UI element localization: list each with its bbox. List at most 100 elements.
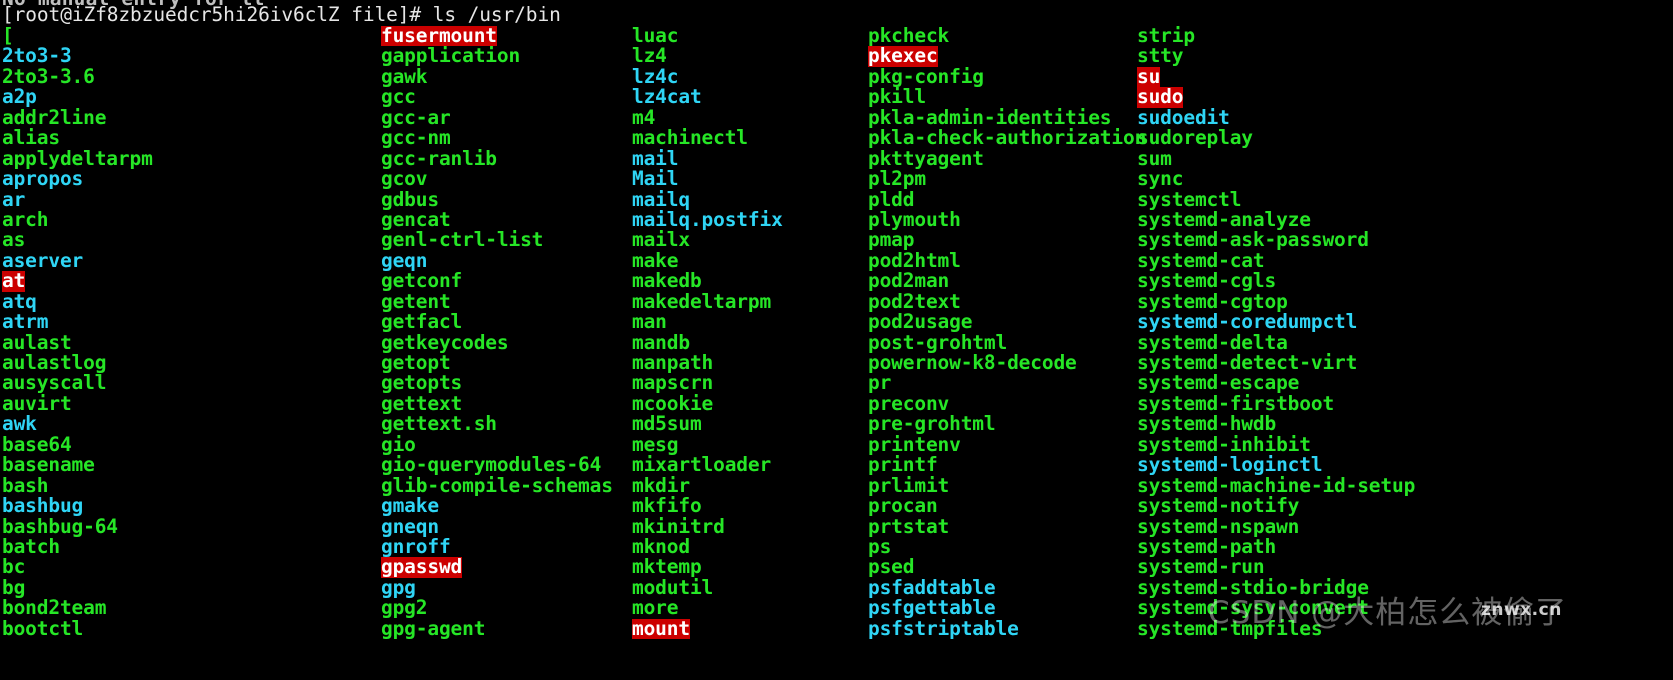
ls-entry: pkttyagent xyxy=(868,146,984,170)
ls-entry: mailq.postfix xyxy=(632,207,783,231)
ls-entry: gpg-agent xyxy=(381,616,486,640)
ls-column-3: pkcheck pkexec pkg-config pkill pkla-admin-i… xyxy=(862,24,1146,640)
ls-entry: psfaddtable xyxy=(868,575,996,599)
ls-entry: systemd-run xyxy=(1137,555,1265,579)
ls-entry: psed xyxy=(868,555,915,579)
ls-entry: base64 xyxy=(2,432,72,456)
ls-entry: ps xyxy=(868,534,892,558)
ls-entry: bootctl xyxy=(2,616,84,640)
ls-entry: aserver xyxy=(2,248,84,272)
ls-entry: bashbug-64 xyxy=(2,514,118,538)
ls-entry: [ xyxy=(2,24,14,47)
ls-entry: bashbug xyxy=(2,494,84,518)
ls-entry: ausyscall xyxy=(2,371,107,395)
ls-entry: gpg2 xyxy=(381,596,428,620)
ls-entry: mktemp xyxy=(632,555,702,579)
ls-entry: lz4 xyxy=(632,44,667,68)
ls-entry: getopt xyxy=(381,351,451,374)
ls-entry: printf xyxy=(868,453,938,477)
ls-entry: bond2team xyxy=(2,596,107,620)
ls-entry: systemd-coredumpctl xyxy=(1137,310,1358,334)
ls-entry: gio-querymodules-64 xyxy=(381,453,602,477)
ls-entry: at xyxy=(2,269,26,293)
ls-entry: post-grohtml xyxy=(868,330,1008,354)
ls-column-0: [2to3-3 2to3-3.6 a2p addr2line alias applydel… xyxy=(0,24,374,640)
ls-entry: printenv xyxy=(868,432,961,456)
ls-entry: lz4c xyxy=(632,64,679,88)
ls-entry: gencat xyxy=(381,207,451,231)
ls-entry: prtstat xyxy=(868,514,950,538)
ls-entry: gapplication xyxy=(381,44,521,68)
ls-entry: pkexec xyxy=(868,44,938,68)
ls-entry: sudoedit xyxy=(1137,105,1230,129)
ls-entry: machinectl xyxy=(632,126,748,150)
ls-entry: glib-compile-schemas xyxy=(381,473,613,497)
ls-entry: awk xyxy=(2,412,37,436)
ls-entry: Mail xyxy=(632,167,679,191)
ls-entry: mkdir xyxy=(632,473,690,497)
ls-output-grid: [2to3-3 2to3-3.6 a2p addr2line alias applydel… xyxy=(0,24,1673,680)
ls-entry: systemd-cat xyxy=(1137,248,1265,272)
ls-entry: pod2text xyxy=(868,289,961,313)
ls-entry: powernow-k8-decode xyxy=(868,351,1077,374)
ls-entry: getconf xyxy=(381,269,463,293)
ls-entry: addr2line xyxy=(2,105,107,129)
ls-entry: gpasswd xyxy=(381,555,463,579)
ls-entry: pl2pm xyxy=(868,167,926,191)
ls-entry: systemd-path xyxy=(1137,534,1277,558)
ls-entry: gcov xyxy=(381,167,428,191)
ls-entry: psfgettable xyxy=(868,596,996,620)
ls-entry: pldd xyxy=(868,187,915,211)
shell-prompt-line: [root@iZf8zbzuedcr5hi26iv6clZ file]# ls … xyxy=(2,3,561,26)
ls-entry: man xyxy=(632,310,667,334)
ls-entry: bash xyxy=(2,473,49,497)
ls-entry: pod2man xyxy=(868,269,950,293)
ls-entry: mkinitrd xyxy=(632,514,725,538)
ls-entry: pod2html xyxy=(868,248,961,272)
ls-entry: mesg xyxy=(632,432,679,456)
ls-entry: psfstriptable xyxy=(868,616,1019,640)
ls-entry: sudoreplay xyxy=(1137,126,1253,150)
ls-entry: mailx xyxy=(632,228,690,252)
ls-entry: gawk xyxy=(381,64,428,88)
ls-entry: mapscrn xyxy=(632,371,714,395)
ls-entry: atrm xyxy=(2,310,49,334)
ls-entry: mcookie xyxy=(632,391,714,415)
ls-entry: aulastlog xyxy=(2,351,107,374)
ls-entry: gdbus xyxy=(381,187,439,211)
ls-entry: applydeltarpm xyxy=(2,146,153,170)
ls-entry: su xyxy=(1137,64,1161,88)
ls-entry: pmap xyxy=(868,228,915,252)
ls-entry: gcc xyxy=(381,85,416,109)
ls-entry: systemd-analyze xyxy=(1137,207,1311,231)
ls-entry: basename xyxy=(2,453,95,477)
ls-entry: preconv xyxy=(868,391,950,415)
ls-entry: geqn xyxy=(381,248,428,272)
ls-entry: systemd-inhibit xyxy=(1137,432,1311,456)
ls-entry: pkill xyxy=(868,85,926,109)
ls-entry: makedb xyxy=(632,269,702,293)
ls-entry: systemd-firstboot xyxy=(1137,391,1335,415)
terminal-window[interactable]: No manual entry for tt [root@iZf8zbzuedc… xyxy=(0,0,1673,680)
ls-entry: systemd-cgls xyxy=(1137,269,1277,293)
ls-entry: pkcheck xyxy=(868,24,950,47)
ls-entry: gettext xyxy=(381,391,463,415)
ls-entry: stty xyxy=(1137,44,1184,68)
ls-entry: more xyxy=(632,596,679,620)
ls-entry: pkg-config xyxy=(868,64,984,88)
ls-entry: systemd-stdio-bridge xyxy=(1137,575,1369,599)
ls-entry: gio xyxy=(381,432,416,456)
ls-entry: 2to3-3.6 xyxy=(2,64,95,88)
ls-entry: systemd-escape xyxy=(1137,371,1300,395)
ls-entry: systemd-machine-id-setup xyxy=(1137,473,1416,497)
ls-entry: gettext.sh xyxy=(381,412,497,436)
ls-entry: systemd-notify xyxy=(1137,494,1300,518)
ls-entry: makedeltarpm xyxy=(632,289,772,313)
ls-column-1: fusermount gapplication gawk gcc gcc-ar gcc-n… xyxy=(374,25,623,640)
ls-entry: mailq xyxy=(632,187,690,211)
ls-entry: systemd-cgtop xyxy=(1137,289,1288,313)
ls-entry: systemd-tmpfiles xyxy=(1137,616,1323,640)
ls-entry: sum xyxy=(1137,146,1172,170)
ls-entry: pre-grohtml xyxy=(868,412,996,436)
ls-column-2: luac lz4 lz4c lz4cat m4 machinectl mail Mail mai… xyxy=(623,25,862,640)
